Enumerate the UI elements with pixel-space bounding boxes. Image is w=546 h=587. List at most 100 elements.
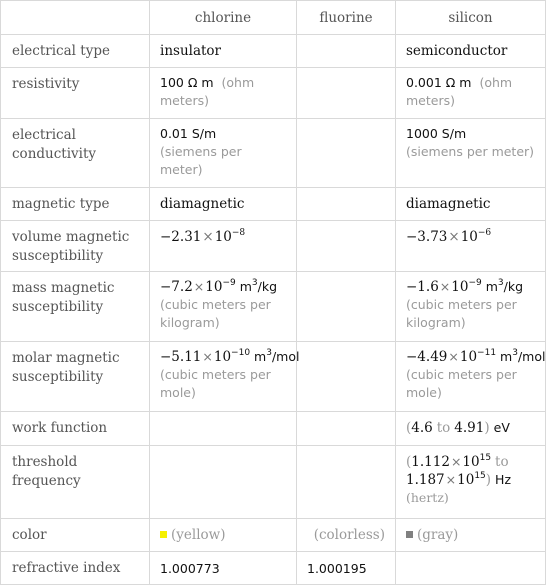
cell-silicon: 1000 S/m (siemens per meter)	[395, 118, 546, 188]
unit: m	[239, 279, 252, 294]
cell-silicon: (gray)	[395, 518, 546, 552]
times-sign: ×	[202, 349, 213, 364]
unit-denominator: /mol	[517, 349, 546, 364]
unit-exponent: 3	[266, 347, 272, 358]
unit: m	[500, 349, 513, 364]
unit: eV	[493, 420, 510, 435]
range-high-mantissa: 1.187	[406, 472, 445, 488]
unit: Hz	[495, 472, 512, 487]
unit-description: (hertz)	[406, 490, 449, 505]
cell-fluorine	[296, 271, 396, 342]
base: 10	[457, 472, 475, 488]
unit: Ω m	[445, 75, 472, 90]
exponent: −9	[468, 277, 482, 288]
cell-chlorine: 100 Ω m (ohm meters)	[149, 67, 297, 119]
table-row: electrical type insulator semiconductor	[0, 34, 546, 68]
cell-silicon: −4.49×10−11 m3/mol (cubic meters per mol…	[395, 341, 546, 412]
row-label: electrical conductivity	[0, 118, 150, 188]
cell-silicon: diamagnetic	[395, 187, 546, 221]
range-low-exponent: 15	[479, 452, 492, 463]
unit: Ω m	[187, 75, 214, 90]
value: 0.01	[160, 126, 188, 141]
base: 10	[462, 454, 480, 470]
exponent: −9	[222, 277, 236, 288]
unit-exponent: 3	[251, 277, 258, 288]
cell-chlorine: −5.11×10−10 m3/mol (cubic meters per mol…	[149, 341, 300, 412]
table-row: resistivity 100 Ω m (ohm meters) 0.001 Ω…	[0, 67, 546, 119]
table-row: mass magnetic susceptibility −7.2×10−9 m…	[0, 271, 546, 342]
unit: S/m	[191, 126, 217, 141]
unit: m	[485, 279, 498, 294]
mantissa: −5.11	[160, 349, 202, 365]
times-sign: ×	[202, 229, 214, 245]
unit-denominator: /mol	[271, 349, 300, 364]
row-label: color	[0, 518, 150, 552]
unit-description: (cubic meters per kilogram)	[160, 297, 271, 330]
row-label: work function	[0, 411, 150, 446]
base: 10	[459, 349, 478, 365]
cell-chlorine: diamagnetic	[149, 187, 297, 221]
exponent: −11	[477, 347, 497, 358]
table-row: color (yellow) (colorless) (gray)	[0, 518, 546, 552]
range-low-mantissa: 1.112	[411, 454, 450, 470]
unit-description: (cubic meters per mole)	[406, 367, 517, 400]
cell-chlorine: −7.2×10−9 m3/kg (cubic meters per kilogr…	[149, 271, 297, 342]
cell-fluorine	[296, 411, 396, 446]
corner-cell	[0, 0, 150, 35]
cell-chlorine: 0.01 S/m (siemens per meter)	[149, 118, 297, 188]
column-header-fluorine: fluorine	[296, 0, 396, 35]
cell-silicon	[395, 551, 546, 585]
unit-denominator: /kg	[257, 279, 278, 294]
cell-fluorine: (colorless)	[296, 518, 396, 552]
times-sign: ×	[450, 454, 462, 469]
table-row: electrical conductivity 0.01 S/m (siemen…	[0, 118, 546, 188]
color-swatch-yellow	[160, 531, 167, 538]
times-sign: ×	[193, 279, 205, 294]
row-label: molar magnetic susceptibility	[0, 341, 150, 412]
mantissa: −2.31	[160, 229, 202, 245]
close-paren: )	[485, 472, 492, 488]
cell-silicon: semiconductor	[395, 34, 546, 68]
cell-chlorine: (yellow)	[149, 518, 297, 552]
unit-description: (siemens per meter)	[406, 144, 535, 159]
unit-exponent: 3	[512, 347, 518, 358]
unit-denominator: /kg	[503, 279, 524, 294]
table-row: magnetic type diamagnetic diamagnetic	[0, 187, 546, 221]
value: 1000	[406, 126, 438, 141]
properties-table: chlorine fluorine silicon electrical typ…	[0, 0, 546, 585]
base: 10	[460, 229, 478, 245]
range-low: 4.6	[411, 420, 433, 436]
times-sign: ×	[445, 472, 457, 487]
table-row: volume magnetic susceptibility −2.31×10−…	[0, 220, 546, 272]
exponent: −8	[231, 227, 246, 238]
unit: S/m	[441, 126, 467, 141]
color-name: (yellow)	[171, 527, 226, 543]
row-label: threshold frequency	[0, 445, 150, 519]
unit: m	[254, 349, 267, 364]
range-high-exponent: 15	[474, 470, 486, 481]
cell-chlorine: −2.31×10−8	[149, 220, 297, 272]
mantissa: −7.2	[160, 279, 193, 295]
times-sign: ×	[439, 279, 451, 294]
mantissa: −1.6	[406, 279, 439, 295]
cell-fluorine	[296, 34, 396, 68]
cell-silicon: (4.6 to 4.91) eV	[395, 411, 546, 446]
mantissa: −4.49	[406, 349, 448, 365]
times-sign: ×	[448, 229, 460, 245]
row-label: magnetic type	[0, 187, 150, 221]
unit-description: (cubic meters per kilogram)	[406, 297, 517, 330]
range-high: 4.91	[454, 420, 485, 436]
unit-exponent: 3	[497, 277, 504, 288]
value: 0.001	[406, 75, 442, 90]
cell-silicon: (1.112×1015 to 1.187×1015) Hz (hertz)	[395, 445, 546, 519]
cell-silicon: −1.6×10−9 m3/kg (cubic meters per kilogr…	[395, 271, 546, 342]
cell-fluorine	[296, 220, 396, 272]
cell-fluorine	[296, 445, 396, 519]
mantissa: −3.73	[406, 229, 448, 245]
times-sign: ×	[448, 349, 459, 364]
value: 100	[160, 75, 184, 90]
row-label: electrical type	[0, 34, 150, 68]
close-paren: )	[484, 420, 490, 436]
exponent: −6	[477, 227, 492, 238]
color-name: (gray)	[417, 527, 459, 543]
